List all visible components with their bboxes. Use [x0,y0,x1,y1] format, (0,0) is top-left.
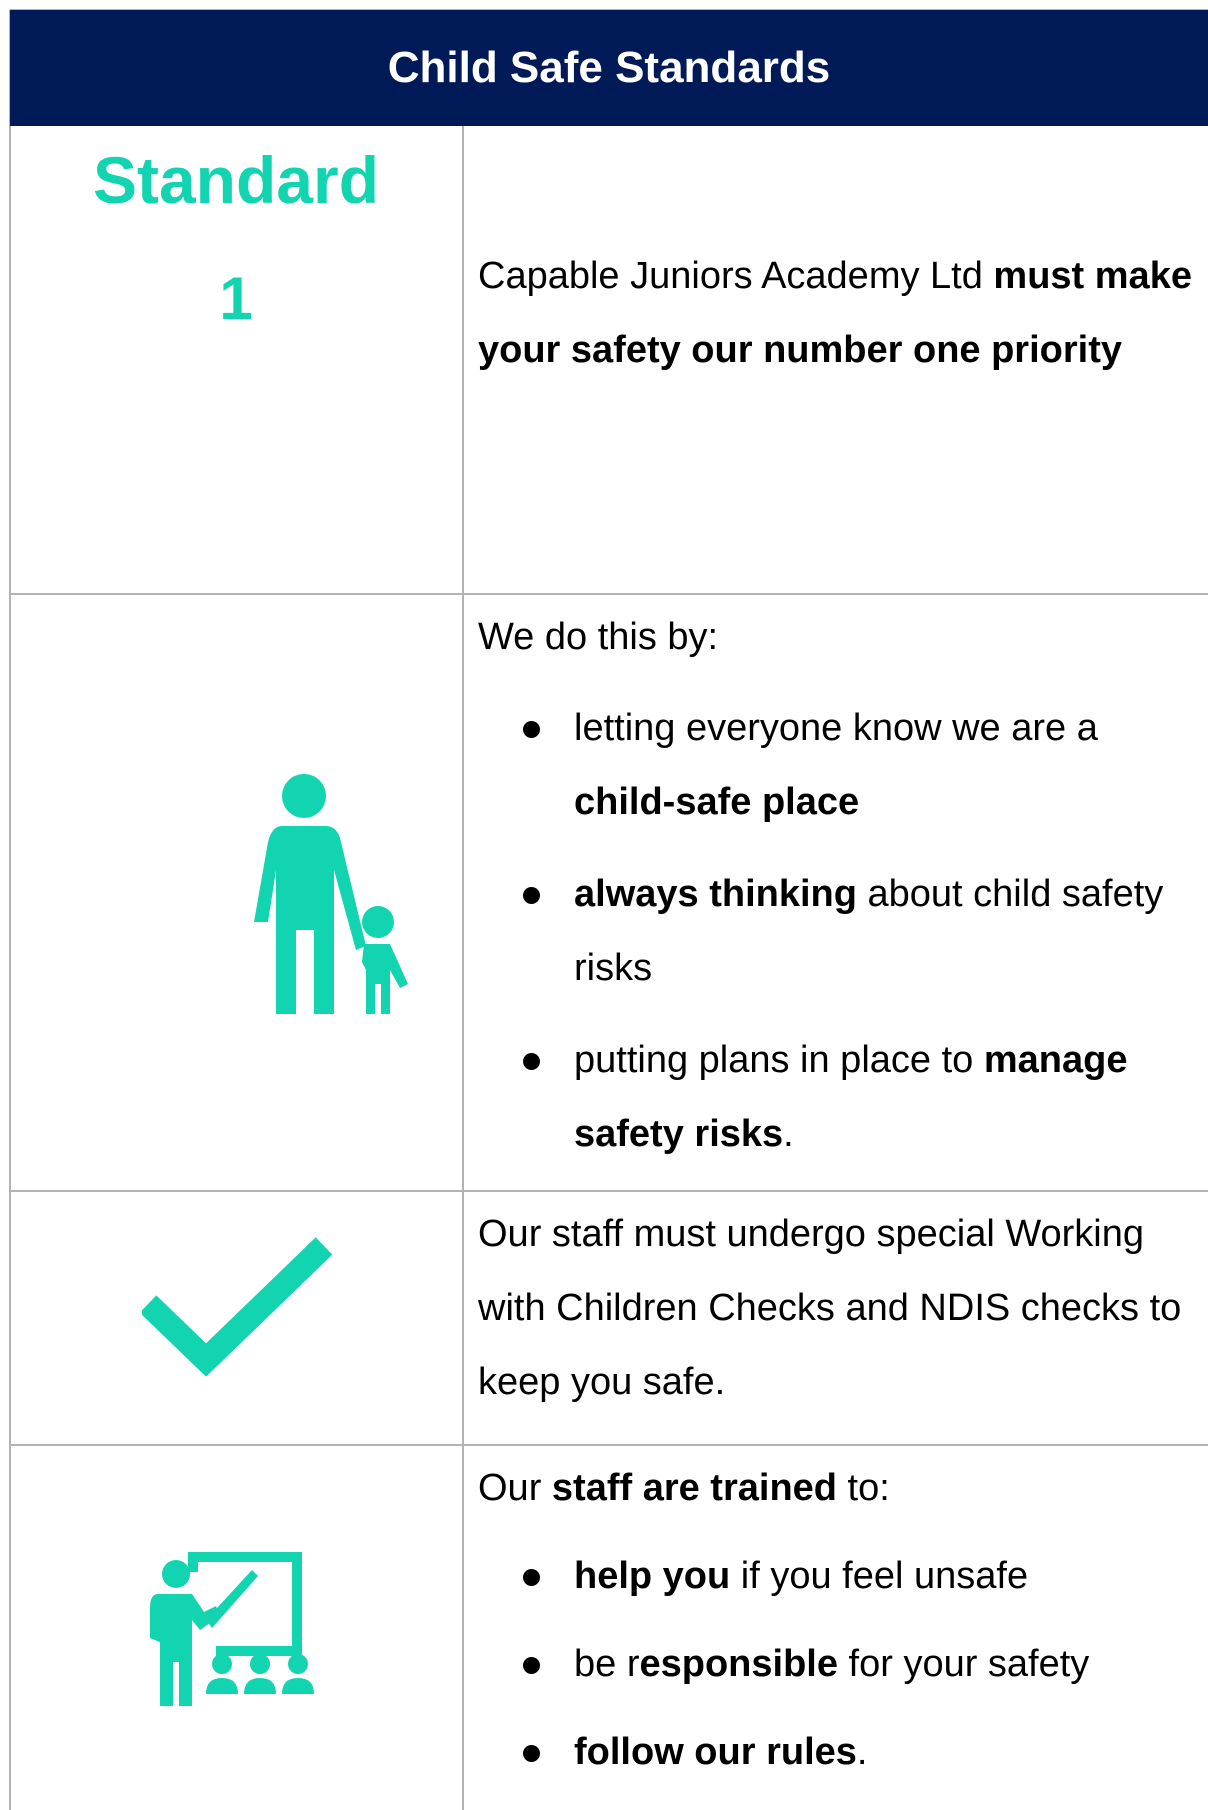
intro-statement: Capable Juniors Academy Ltd must make yo… [478,239,1200,387]
list-item: be responsible for your safety [478,1627,1200,1701]
do-this-section: We do this by: letting everyone know we … [478,600,1200,1171]
list-item: follow our rules. [478,1715,1200,1789]
checkmark-icon [142,1236,332,1376]
column-divider [462,126,464,1810]
teacher-at-board-icon [146,1546,326,1706]
checks-statement: Our staff must undergo special Working w… [478,1213,1182,1403]
adult-with-child-icon [248,770,418,1020]
page-title: Child Safe Standards [387,43,831,92]
intro-prefix: Capable Juniors Academy Ltd [478,255,994,297]
list-item: letting everyone know we are a child-saf… [478,691,1200,839]
row-divider-1 [10,593,1208,595]
header-bar: Child Safe Standards [10,10,1208,126]
child-safe-standards-sheet: Child Safe Standards Standard 1 Capable … [0,0,1208,1810]
standard-label: Standard [92,143,380,217]
list-item: putting plans in place to manage safety … [478,1023,1200,1171]
training-section: Our staff are trained to: help you if yo… [478,1451,1200,1789]
standard-number: 1 [219,265,253,332]
list-item: help you if you feel unsafe [478,1539,1200,1613]
do-this-lead: We do this by: [478,616,719,658]
row-divider-2 [10,1190,1208,1192]
training-lead: Our staff are trained to: [478,1467,890,1509]
row-divider-3 [10,1444,1208,1446]
list-item: always thinking about child safety risks [478,857,1200,1005]
